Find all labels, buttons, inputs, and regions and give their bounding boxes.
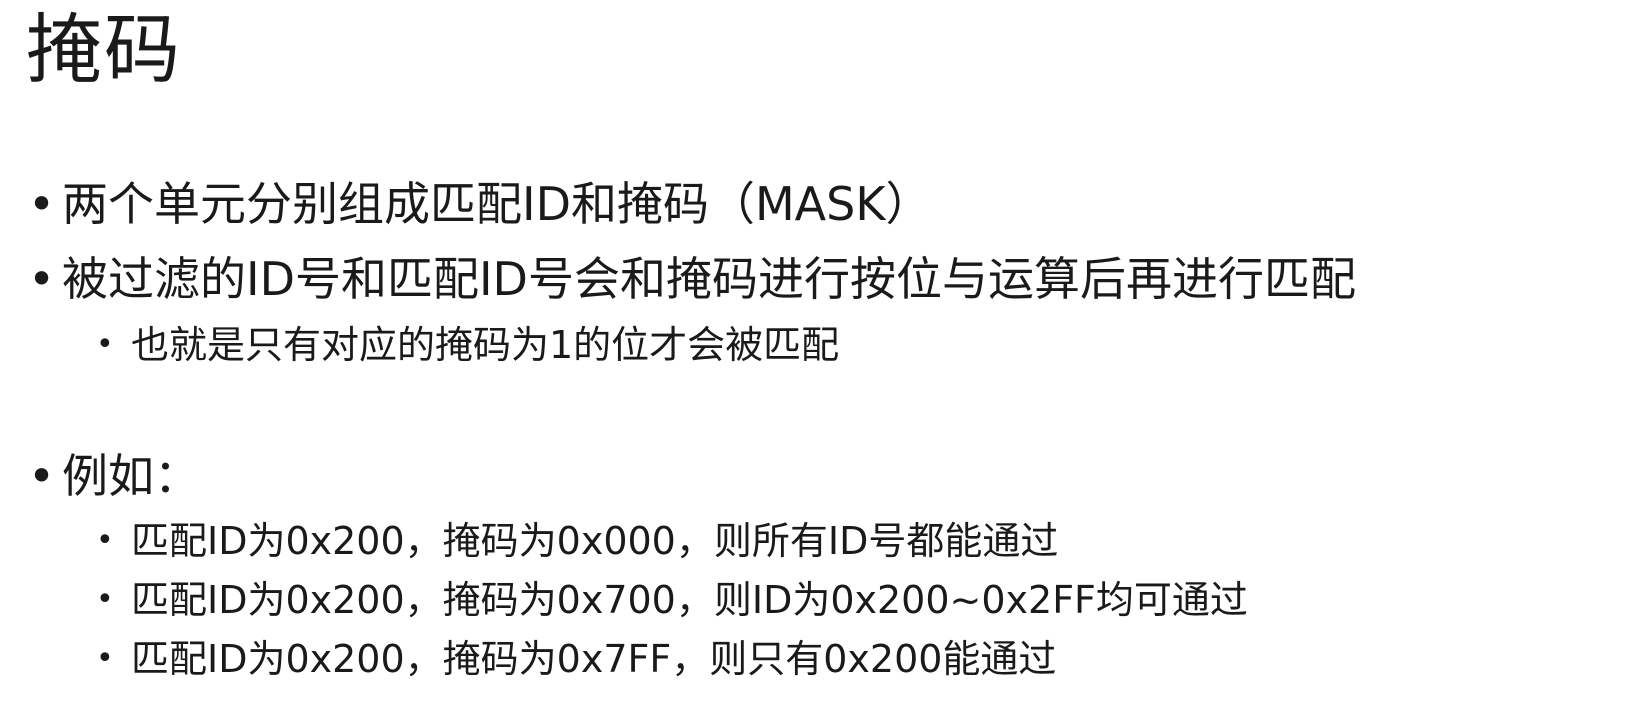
sub-bullet-text: 匹配ID为0x200，掩码为0x000，则所有ID号都能通过 [131, 519, 1059, 563]
bullet-text: 例如： [62, 449, 200, 503]
bullet-icon: • [28, 449, 56, 503]
slide-title: 掩码 [26, 5, 182, 94]
bullet-text: 两个单元分别组成匹配ID和掩码（MASK） [62, 177, 932, 231]
bullet-icon: • [28, 252, 56, 306]
bullet-icon: • [28, 177, 56, 231]
slide: 掩码 • 两个单元分别组成匹配ID和掩码（MASK） • 被过滤的ID号和匹配I… [0, 0, 1627, 726]
sub-bullet-icon: • [96, 582, 114, 617]
sub-bullet-text: 匹配ID为0x200，掩码为0x7FF，则只有0x200能通过 [131, 637, 1057, 681]
sub-bullet-text: 匹配ID为0x200，掩码为0x700，则ID为0x200~0x2FF均可通过 [131, 578, 1248, 622]
sub-bullet-icon: • [96, 523, 114, 558]
sub-bullet-text: 也就是只有对应的掩码为1的位才会被匹配 [131, 323, 840, 367]
sub-bullet-icon: • [96, 641, 114, 676]
bullet-text: 被过滤的ID号和匹配ID号会和掩码进行按位与运算后再进行匹配 [62, 252, 1356, 306]
sub-bullet-icon: • [96, 327, 114, 362]
